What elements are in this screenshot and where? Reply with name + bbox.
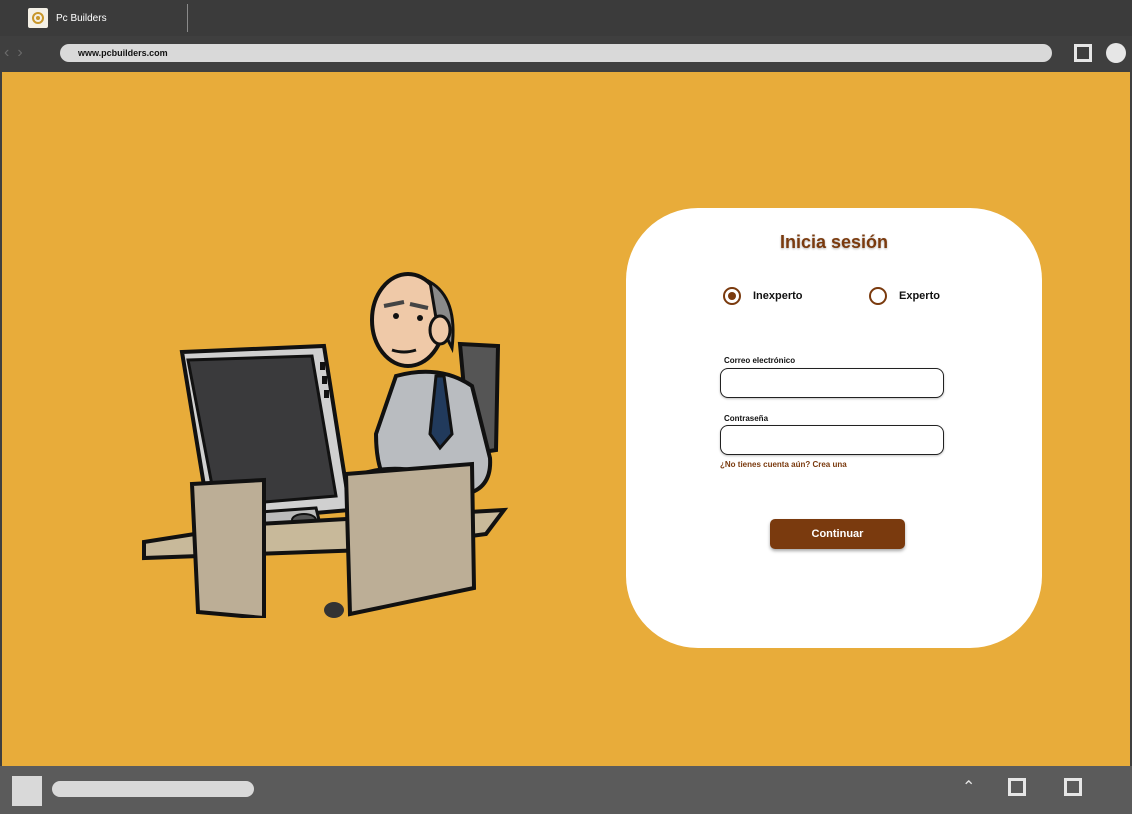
forward-arrow-icon[interactable]: › [17, 44, 22, 62]
page-content: Inicia sesión Inexperto Experto Correo e… [2, 72, 1130, 766]
radio-unselected-icon[interactable] [869, 287, 887, 305]
continue-button[interactable]: Continuar [770, 519, 905, 549]
level-option-inexperto[interactable]: Inexperto [723, 287, 803, 305]
bottom-bar: ⌃ [0, 766, 1132, 814]
chevron-up-icon[interactable]: ⌃ [962, 777, 975, 797]
window-icon[interactable] [1008, 778, 1026, 796]
login-card: Inicia sesión Inexperto Experto Correo e… [626, 208, 1042, 648]
browser-tab[interactable]: Pc Builders [28, 4, 188, 32]
radio-selected-icon[interactable] [723, 287, 741, 305]
tab-title: Pc Builders [56, 12, 107, 24]
taskbar-search[interactable] [52, 781, 254, 797]
pc-builders-logo-icon [28, 8, 48, 28]
man-at-computer-illustration [142, 272, 509, 618]
address-bar-row: ‹ › www.pcbuilders.com [0, 36, 1132, 72]
level-label-experto: Experto [899, 290, 940, 302]
level-label-inexperto: Inexperto [753, 290, 803, 302]
taskbar-square[interactable] [12, 776, 42, 806]
password-label: Contraseña [724, 414, 769, 423]
back-arrow-icon[interactable]: ‹ [4, 44, 9, 62]
email-field[interactable] [720, 368, 944, 398]
level-option-experto[interactable]: Experto [869, 287, 940, 305]
navigation-buttons: ‹ › [4, 44, 23, 62]
profile-icon[interactable] [1106, 43, 1126, 63]
email-label: Correo electrónico [724, 356, 796, 365]
maximize-icon[interactable] [1074, 44, 1092, 62]
register-link[interactable]: ¿No tienes cuenta aún? Crea una [720, 460, 847, 469]
password-field[interactable] [720, 425, 944, 455]
login-title: Inicia sesión [779, 232, 889, 252]
window-icon-2[interactable] [1064, 778, 1082, 796]
tab-bar: Pc Builders [0, 0, 1132, 36]
url-field[interactable]: www.pcbuilders.com [60, 44, 1052, 62]
